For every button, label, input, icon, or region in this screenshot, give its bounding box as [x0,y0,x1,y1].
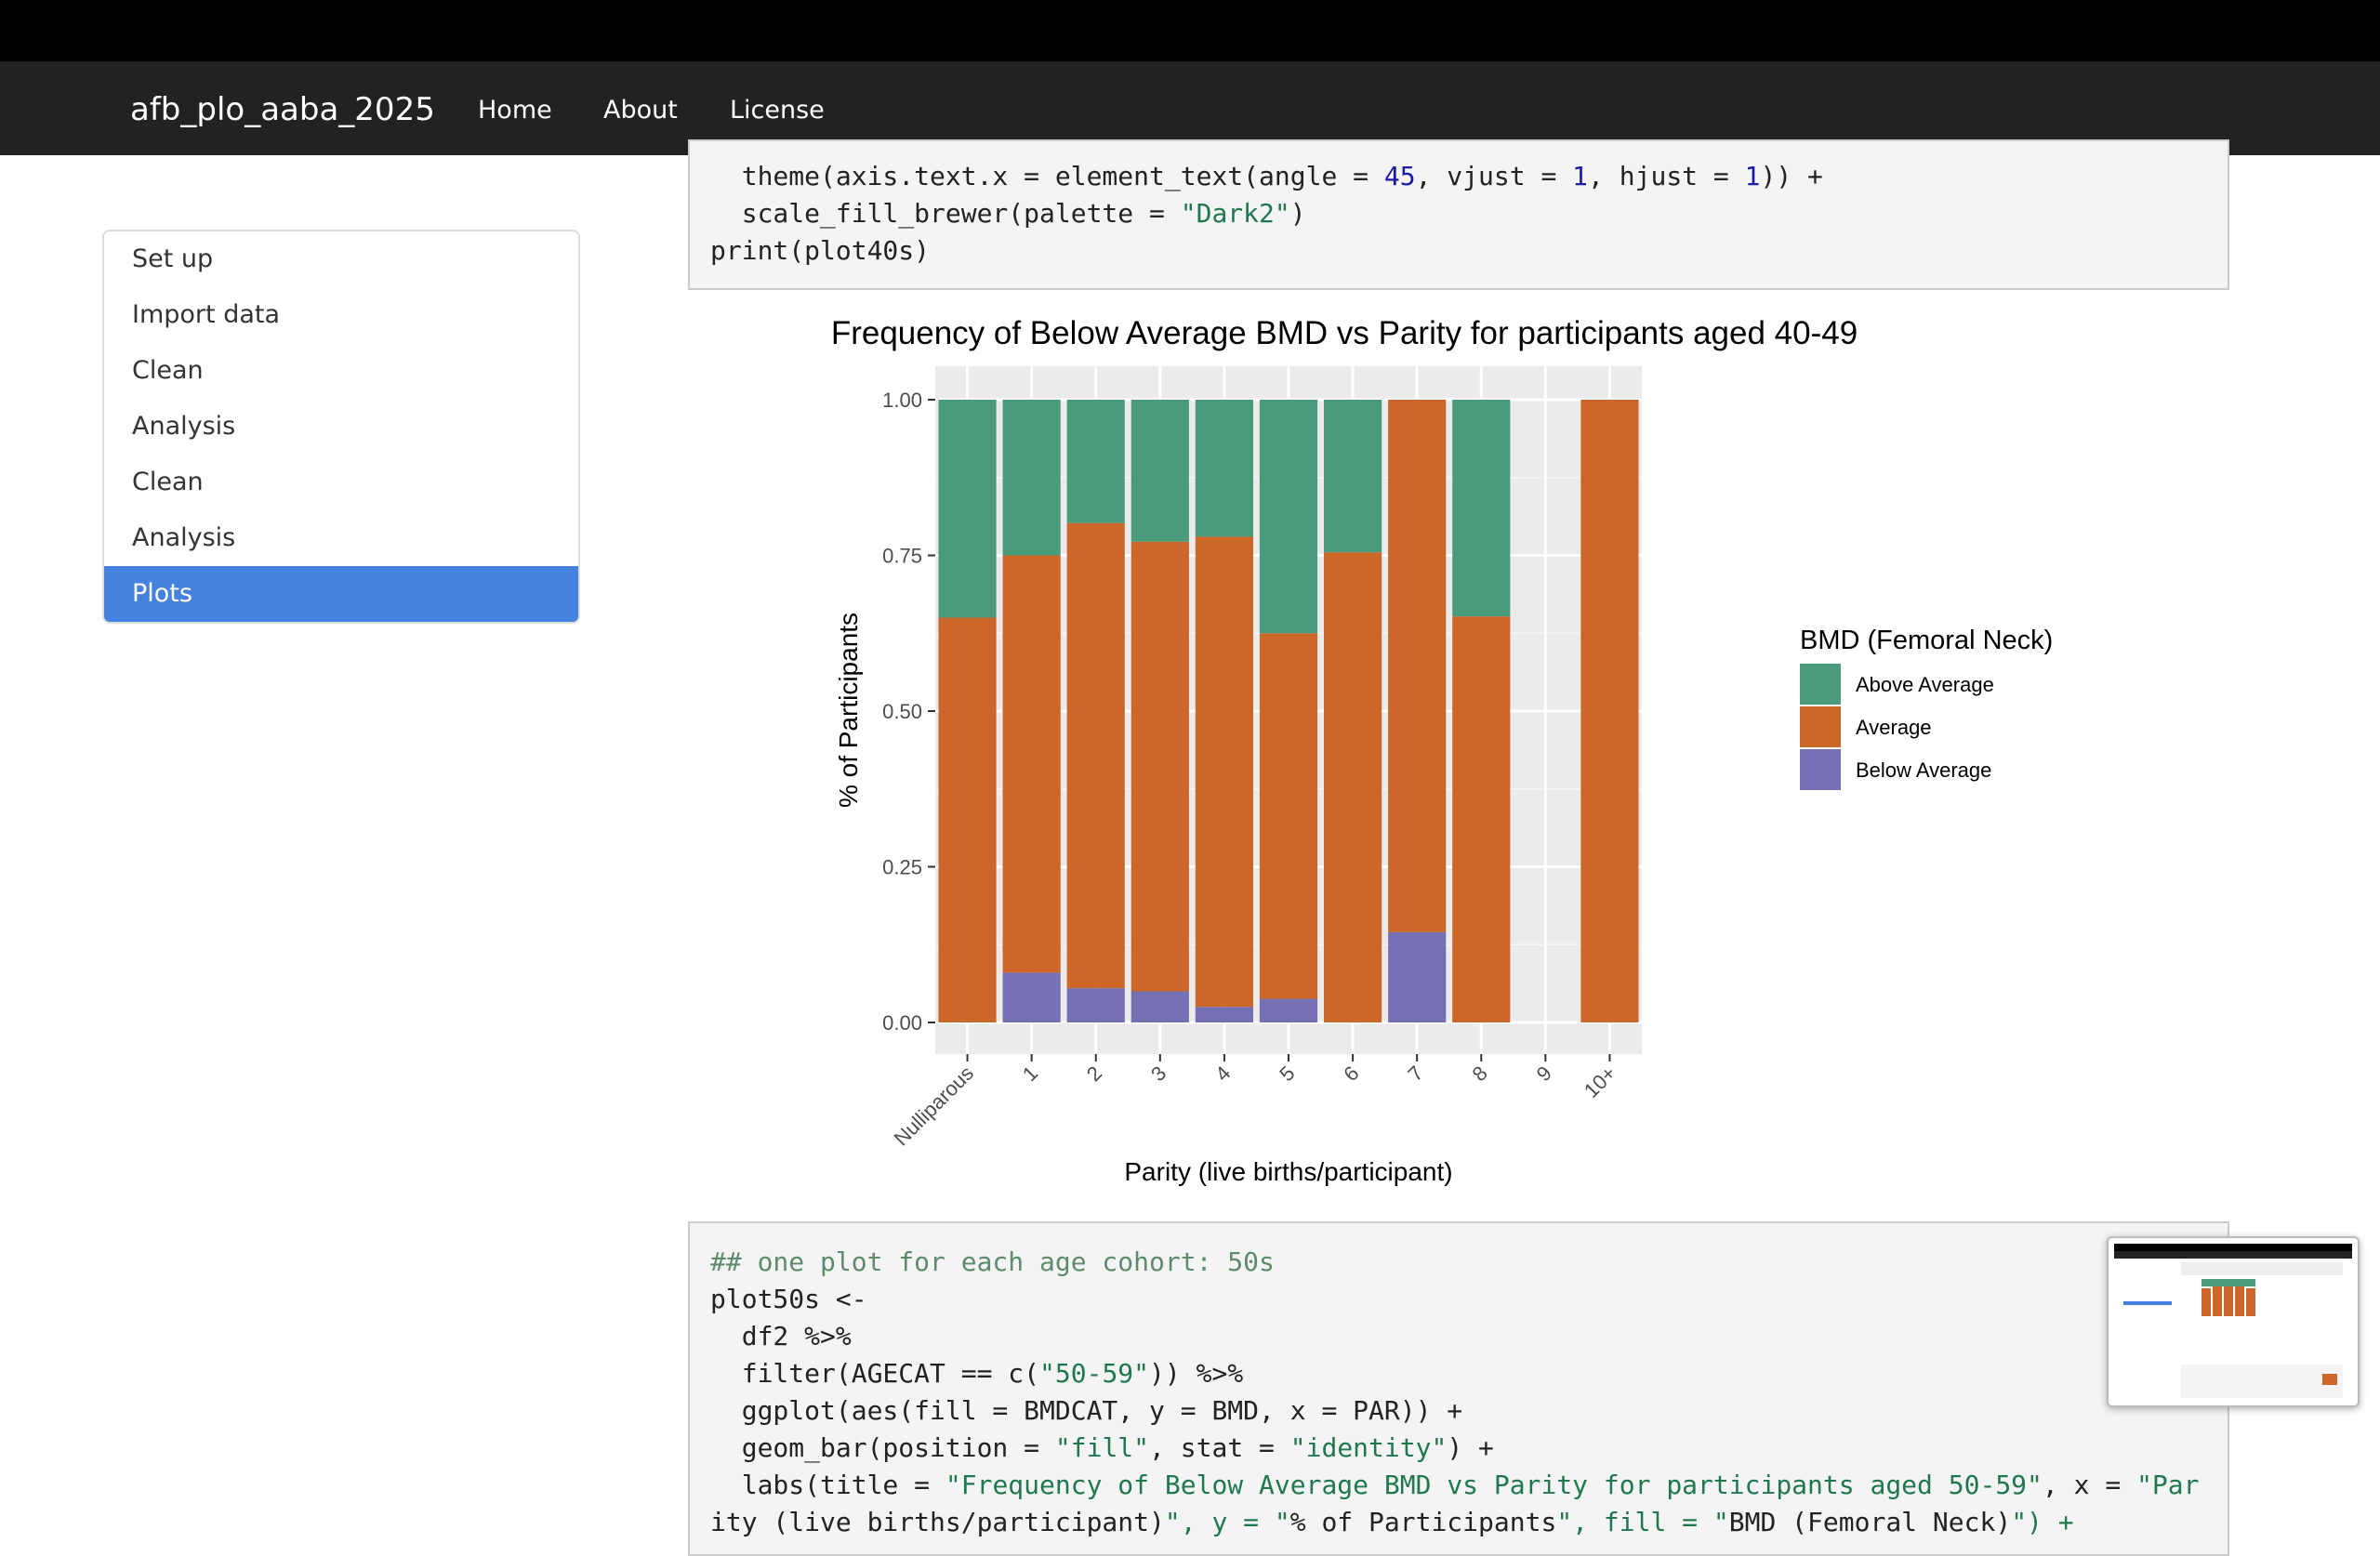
toc-item-set-up[interactable]: Set up [104,231,578,287]
bar-segment-average [1580,400,1639,1022]
bar-segment-above-average [1066,400,1125,523]
y-tick-label: 0.75 [882,545,922,568]
thumbnail-image [2109,1238,2358,1405]
bar-segment-average [1388,400,1447,932]
bar-segment-average [1130,541,1189,992]
bar-segment-above-average [938,400,997,618]
y-tick-label: 0.50 [882,700,922,723]
y-tick-label: 1.00 [882,389,922,412]
bar-segment-above-average [1452,400,1511,617]
bar-segment-above-average [1130,400,1189,542]
bar-segment-above-average [1324,400,1382,553]
toc-item-clean[interactable]: Clean [104,343,578,399]
y-tick-label: 0.00 [882,1011,922,1035]
x-tick-label: 6 [1339,1062,1363,1086]
x-tick-label: 3 [1146,1062,1170,1086]
nav-link-home[interactable]: Home [478,96,552,125]
toc-item-analysis[interactable]: Analysis [104,399,578,455]
bar-segment-average [938,617,997,1022]
bar-segment-average [1002,555,1061,973]
bar-segment-below-average [1195,1007,1253,1022]
x-tick-label: Nulliparous [890,1062,979,1151]
page-preview-thumbnail[interactable] [2107,1236,2360,1407]
x-tick-label: 4 [1210,1062,1235,1086]
bar-segment-above-average [1259,400,1318,634]
chart-title: Frequency of Below Average BMD vs Parity… [831,315,1858,351]
bar-segment-below-average [1002,972,1061,1022]
bar-segment-average [1066,522,1125,989]
bar-segment-above-average [1195,400,1253,537]
bar-segment-below-average [1259,998,1318,1022]
site-brand[interactable]: afb_plo_aaba_2025 [130,91,435,128]
toc-item-analysis-2[interactable]: Analysis [104,510,578,566]
window-top-bar [0,0,2380,61]
legend-key [1800,749,1841,790]
nav-link-about[interactable]: About [603,96,678,125]
x-tick-label: 2 [1082,1062,1106,1086]
legend-label: Below Average [1856,758,1991,782]
legend-key [1800,706,1841,747]
bar-segment-below-average [1130,991,1189,1022]
x-tick-label: 8 [1467,1062,1491,1086]
bar-segment-above-average [1002,400,1061,556]
bar-segment-average [1259,633,1318,999]
bar-segment-below-average [1388,931,1447,1022]
bar-segment-average [1452,616,1511,1022]
x-tick-label: 5 [1275,1062,1299,1086]
code-block-plot40s: theme(axis.text.x = element_text(angle =… [688,139,2229,290]
table-of-contents: Set up Import data Clean Analysis Clean … [102,230,580,624]
code-text: theme(axis.text.x = element_text(angle =… [710,161,1823,266]
code-block-plot50s: ## one plot for each age cohort: 50s plo… [688,1221,2229,1556]
bar-segment-below-average [1066,988,1125,1022]
toc-item-plots[interactable]: Plots [104,566,578,622]
toc-item-clean-2[interactable]: Clean [104,455,578,510]
y-tick-label: 0.25 [882,856,922,879]
code-text: ## one plot for each age cohort: 50s plo… [710,1246,2200,1537]
legend-title: BMD (Femoral Neck) [1800,626,2053,655]
legend-key [1800,664,1841,705]
x-axis-label: Parity (live births/participant) [1124,1157,1452,1186]
bar-chart: Frequency of Below Average BMD vs Parity… [831,315,2054,1186]
x-tick-label: 1 [1018,1062,1042,1086]
legend-label: Average [1856,716,1932,739]
nav-link-license[interactable]: License [730,96,825,125]
x-tick-label: 9 [1532,1062,1556,1086]
x-tick-label: 10+ [1580,1062,1620,1102]
y-axis-label: % of Participants [834,613,863,808]
bar-segment-average [1324,552,1382,1022]
bar-segment-average [1195,536,1253,1008]
toc-item-import-data[interactable]: Import data [104,287,578,343]
legend-label: Above Average [1856,673,1994,696]
x-tick-label: 7 [1403,1062,1427,1086]
